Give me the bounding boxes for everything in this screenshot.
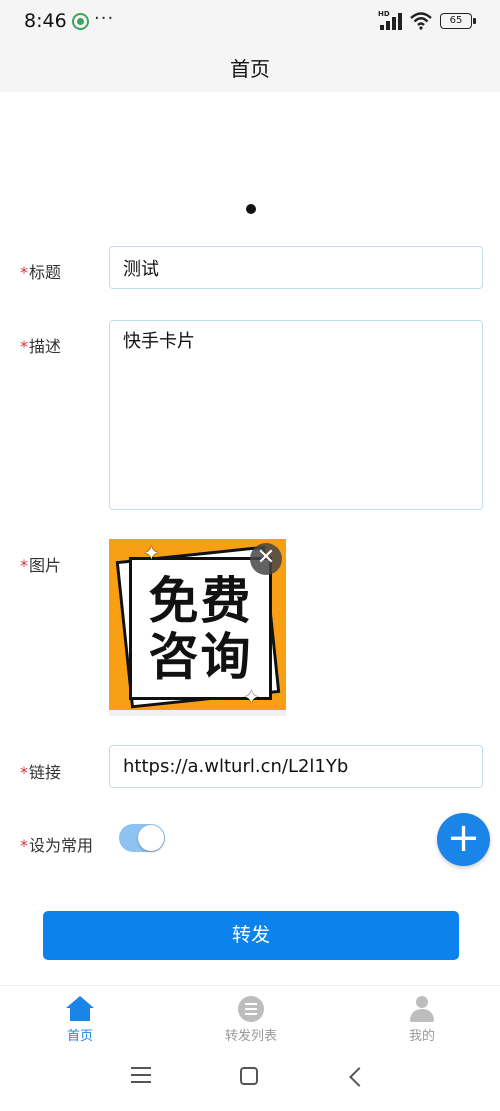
tab-mine[interactable]: 我的: [362, 996, 482, 1044]
battery-icon: 65: [440, 13, 476, 29]
back-icon[interactable]: [349, 1067, 369, 1087]
description-label-text: 描述: [29, 337, 62, 356]
description-value: 快手卡片: [123, 331, 195, 352]
wifi-icon: [410, 12, 432, 30]
favorite-label: *设为常用: [20, 832, 93, 856]
tab-forward-list-label: 转发列表: [224, 1029, 277, 1044]
link-input[interactable]: https://a.wlturl.cn/L2l1Yb: [109, 745, 483, 788]
title-label-text: 标题: [29, 263, 62, 282]
recent-apps-icon[interactable]: [131, 1067, 151, 1083]
required-mark: *: [20, 836, 28, 855]
link-label: *链接: [20, 759, 61, 783]
more-notifications-icon: ···: [94, 8, 115, 29]
tab-bar: 首页 转发列表 我的: [0, 985, 500, 1049]
image-card-front: 免费 咨询: [129, 557, 272, 700]
home-icon: [66, 996, 94, 1022]
link-label-text: 链接: [29, 763, 62, 782]
forward-button[interactable]: 转发: [43, 911, 459, 960]
status-bar: 8:46 ··· HD 65: [0, 0, 500, 44]
status-indicators: HD 65: [378, 10, 476, 30]
required-mark: *: [20, 263, 28, 282]
image-text-line2: 咨询: [148, 627, 253, 686]
sparkle-icon: ✦: [243, 685, 260, 709]
image-label-text: 图片: [29, 556, 62, 575]
description-textarea[interactable]: 快手卡片: [109, 320, 483, 510]
list-icon: [238, 996, 264, 1022]
swiper-indicator-dot[interactable]: [246, 204, 256, 214]
tab-mine-label: 我的: [408, 1029, 435, 1044]
signal-icon: HD: [378, 10, 402, 30]
image-bottom-strip: [109, 710, 286, 716]
tab-forward-list[interactable]: 转发列表: [191, 996, 311, 1044]
favorite-label-text: 设为常用: [29, 836, 94, 855]
favorite-toggle[interactable]: [119, 824, 165, 852]
nav-bar: 首页: [0, 44, 500, 92]
title-input-value: 测试: [123, 258, 159, 280]
person-icon: [408, 996, 436, 1022]
required-mark: *: [20, 337, 28, 356]
tab-home-label: 首页: [66, 1029, 93, 1044]
add-fab-button[interactable]: +: [437, 813, 490, 866]
remove-image-button[interactable]: ✕: [250, 543, 282, 575]
link-input-value: https://a.wlturl.cn/L2l1Yb: [123, 756, 349, 777]
tab-home[interactable]: 首页: [20, 996, 140, 1044]
home-square-icon[interactable]: [240, 1067, 258, 1085]
title-label: *标题: [20, 259, 61, 283]
image-label: *图片: [20, 552, 61, 576]
description-label: *描述: [20, 333, 61, 357]
sparkle-icon: ✦: [143, 541, 160, 565]
app-notification-icon: [72, 13, 89, 30]
status-time: 8:46: [24, 10, 67, 32]
toggle-knob: [138, 825, 164, 851]
page-title: 首页: [230, 57, 270, 81]
required-mark: *: [20, 556, 28, 575]
title-input[interactable]: 测试: [109, 246, 483, 289]
required-mark: *: [20, 763, 28, 782]
image-text-line1: 免费: [148, 571, 253, 630]
system-nav-bar: [0, 1049, 500, 1111]
